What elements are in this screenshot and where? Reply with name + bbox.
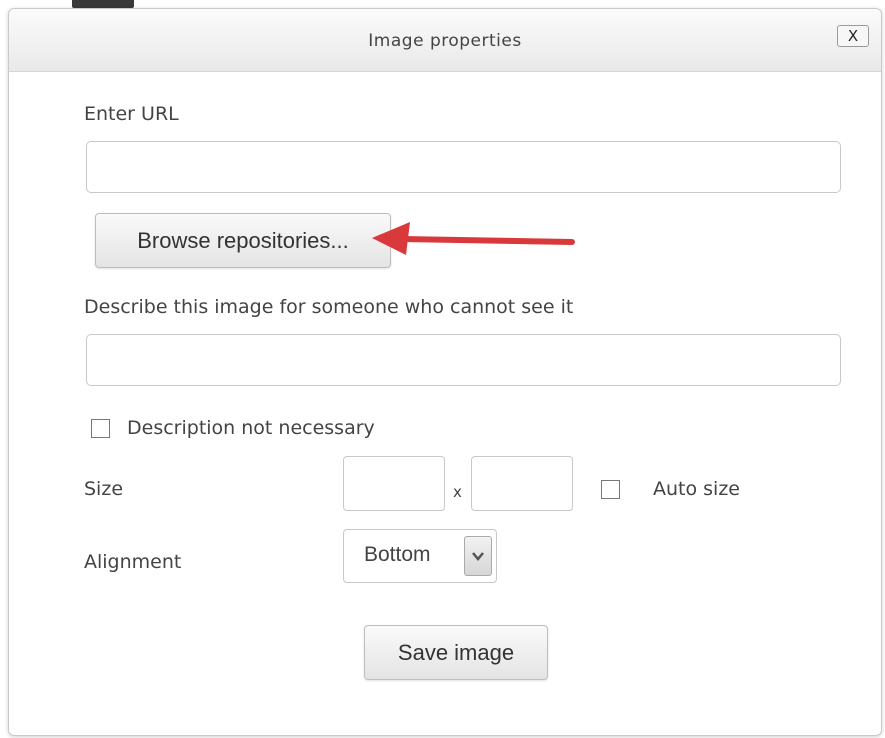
width-input[interactable]: [343, 456, 445, 511]
browse-repositories-button[interactable]: Browse repositories...: [95, 213, 391, 268]
alignment-select[interactable]: Bottom: [343, 529, 497, 583]
description-not-necessary-label: Description not necessary: [127, 417, 375, 439]
close-button[interactable]: X: [837, 25, 869, 47]
dialog-header: Image properties X: [9, 9, 881, 72]
description-input[interactable]: [86, 334, 841, 386]
url-input[interactable]: [86, 141, 841, 193]
auto-size-checkbox[interactable]: [601, 480, 620, 499]
background-window-edge: [72, 0, 134, 8]
save-image-button[interactable]: Save image: [364, 625, 548, 680]
height-input[interactable]: [471, 456, 573, 511]
close-icon: X: [847, 27, 859, 45]
alignment-label: Alignment: [84, 551, 182, 573]
dialog-title: Image properties: [368, 31, 522, 51]
auto-size-label: Auto size: [653, 478, 740, 500]
description-not-necessary-checkbox[interactable]: [91, 419, 110, 438]
chevron-down-icon[interactable]: [464, 536, 492, 576]
size-separator: x: [453, 483, 462, 501]
url-label: Enter URL: [84, 103, 179, 125]
size-label: Size: [84, 478, 124, 500]
description-label: Describe this image for someone who cann…: [84, 296, 574, 318]
image-properties-dialog: Image properties X Enter URL Browse repo…: [8, 8, 882, 736]
alignment-select-value: Bottom: [364, 543, 431, 566]
